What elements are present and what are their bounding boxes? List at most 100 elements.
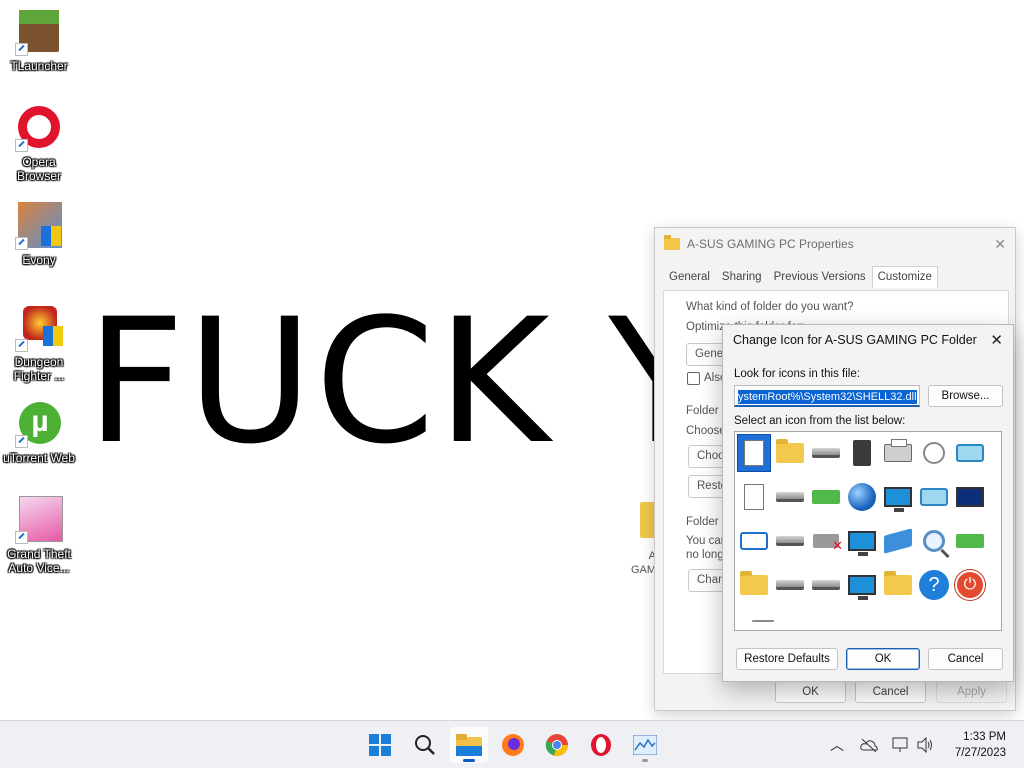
speaker-icon bbox=[917, 737, 932, 753]
cloud-offline-icon bbox=[860, 738, 878, 752]
drive-icon[interactable] bbox=[809, 434, 843, 472]
printer-icon[interactable] bbox=[881, 434, 915, 472]
desktop-folder-label: A GAM bbox=[630, 550, 656, 576]
properties-apply-button[interactable]: Apply bbox=[936, 681, 1007, 703]
system-clock[interactable]: 1:33 PM 7/27/2023 bbox=[955, 729, 1006, 761]
search-button[interactable] bbox=[406, 727, 444, 763]
properties-ok-button[interactable]: OK bbox=[775, 681, 846, 703]
icon-file-path-input[interactable]: ystemRoot%\System32\SHELL32.dll bbox=[734, 385, 920, 407]
restore-defaults-button[interactable]: Restore Defaults bbox=[736, 648, 838, 670]
drive-error-icon[interactable] bbox=[809, 522, 843, 560]
globe-icon[interactable] bbox=[845, 478, 879, 516]
shortcut-arrow-icon bbox=[15, 435, 28, 448]
network-globe-icon[interactable] bbox=[881, 478, 915, 516]
properties-cancel-button[interactable]: Cancel bbox=[855, 681, 926, 703]
desktop-icon-label: Evony bbox=[22, 253, 56, 267]
apps-folder-icon[interactable] bbox=[881, 566, 915, 604]
icon-file-path-value: ystemRoot%\System32\SHELL32.dll bbox=[738, 390, 917, 404]
text-document-icon[interactable] bbox=[737, 478, 771, 516]
chrome-button[interactable] bbox=[538, 727, 576, 763]
network-globe-icon[interactable] bbox=[845, 522, 879, 560]
gta-vice-city-icon bbox=[15, 496, 63, 544]
blank-document-icon[interactable] bbox=[737, 434, 771, 472]
network-tray[interactable] bbox=[892, 721, 910, 768]
shortcut-arrow-icon bbox=[15, 43, 28, 56]
drive-icon[interactable] bbox=[773, 566, 807, 604]
folder-icon[interactable] bbox=[737, 566, 771, 604]
wallpaper-text: FUCK Y bbox=[86, 296, 656, 468]
app-window-icon[interactable] bbox=[737, 522, 771, 560]
desktop-icon-evony[interactable]: Evony bbox=[0, 202, 78, 267]
properties-titlebar: A-SUS GAMING PC Properties bbox=[655, 228, 1015, 260]
desktop-icon-label: TLauncher bbox=[10, 59, 68, 73]
desktop-icon-tlauncher[interactable]: TLauncher bbox=[0, 8, 78, 73]
opera-button[interactable] bbox=[582, 727, 620, 763]
onedrive-tray[interactable] bbox=[860, 721, 878, 768]
chrome-icon bbox=[545, 734, 568, 757]
dialog-title: Change Icon for A-SUS GAMING PC Folder bbox=[733, 333, 977, 347]
sleep-monitor-icon[interactable] bbox=[953, 478, 987, 516]
browse-button[interactable]: Browse... bbox=[928, 385, 1003, 407]
tray-overflow-button[interactable]: ︿ bbox=[830, 721, 844, 768]
folder-type-group-label: What kind of folder do you want? bbox=[686, 301, 854, 313]
search-icon bbox=[415, 735, 435, 755]
utorrent-icon: µ bbox=[15, 400, 63, 448]
chip-icon[interactable] bbox=[845, 434, 879, 472]
help-icon[interactable]: ? bbox=[917, 566, 951, 604]
monitor-icon[interactable] bbox=[845, 566, 879, 604]
clock-document-icon[interactable] bbox=[917, 434, 951, 472]
tab-customize[interactable]: Customize bbox=[871, 266, 938, 288]
start-button[interactable] bbox=[361, 727, 399, 763]
windows-icon bbox=[369, 734, 391, 756]
icon-list[interactable]: ? ⏻ bbox=[734, 431, 1002, 631]
usb-drive-icon[interactable] bbox=[953, 522, 987, 560]
drive-floppy-icon[interactable] bbox=[773, 478, 807, 516]
network-connection-icon[interactable] bbox=[881, 522, 915, 560]
close-icon[interactable]: ✕ bbox=[994, 236, 1006, 253]
desktop-icon-label: uTorrent Web bbox=[3, 451, 75, 465]
desktop-icon-utorrent[interactable]: µ uTorrent Web bbox=[0, 400, 78, 465]
floppy-drive-icon[interactable] bbox=[773, 522, 807, 560]
desktop-icon-dungeon-fighter[interactable]: Dungeon Fighter ... bbox=[0, 304, 78, 383]
desktop-icon-label: Dungeon Fighter ... bbox=[13, 355, 65, 383]
ok-button[interactable]: OK bbox=[846, 648, 920, 670]
control-panel-icon[interactable] bbox=[917, 478, 951, 516]
cd-drive-icon[interactable] bbox=[809, 566, 843, 604]
also-apply-checkbox[interactable] bbox=[687, 372, 700, 385]
chevron-up-icon: ︿ bbox=[830, 737, 844, 753]
tab-general[interactable]: General bbox=[663, 266, 716, 288]
tab-sharing[interactable]: Sharing bbox=[716, 266, 768, 288]
task-manager-button[interactable] bbox=[626, 727, 664, 763]
shortcut-arrow-icon bbox=[15, 139, 28, 152]
drive-green-icon[interactable] bbox=[809, 478, 843, 516]
tab-previous-versions[interactable]: Previous Versions bbox=[768, 266, 872, 288]
horizontal-scrollbar[interactable] bbox=[752, 620, 774, 622]
close-icon[interactable]: ✕ bbox=[990, 331, 1003, 349]
folder-icon[interactable] bbox=[773, 434, 807, 472]
clock-date: 7/27/2023 bbox=[954, 747, 1006, 759]
network-icon bbox=[892, 737, 908, 752]
power-icon[interactable]: ⏻ bbox=[953, 566, 987, 604]
shortcut-arrow-icon bbox=[15, 339, 28, 352]
choose-label: Choose bbox=[686, 425, 726, 437]
firefox-button[interactable] bbox=[494, 727, 532, 763]
volume-tray[interactable] bbox=[916, 721, 934, 768]
taskbar: ︿ 1:33 PM 7/27/2023 bbox=[0, 720, 1024, 768]
evony-icon bbox=[15, 202, 63, 250]
properties-title: A-SUS GAMING PC Properties bbox=[687, 237, 854, 251]
shortcut-arrow-icon bbox=[15, 237, 28, 250]
clock-time: 1:33 PM bbox=[963, 731, 1006, 743]
cancel-button[interactable]: Cancel bbox=[928, 648, 1003, 670]
desktop-icon-gta-vice[interactable]: Grand Theft Auto Vice... bbox=[0, 496, 78, 575]
desktop-icon-opera[interactable]: Opera Browser bbox=[0, 104, 78, 183]
active-indicator bbox=[463, 759, 475, 762]
search-icon[interactable] bbox=[917, 522, 951, 560]
network-card-icon[interactable] bbox=[953, 434, 987, 472]
opera-icon bbox=[591, 734, 611, 756]
running-indicator bbox=[642, 759, 648, 762]
dungeon-fighter-icon bbox=[15, 304, 63, 352]
desktop-icon-label: Grand Theft Auto Vice... bbox=[7, 547, 71, 575]
opera-icon bbox=[15, 104, 63, 152]
look-for-label: Look for icons in this file: bbox=[734, 368, 860, 380]
file-explorer-button[interactable] bbox=[450, 727, 488, 763]
